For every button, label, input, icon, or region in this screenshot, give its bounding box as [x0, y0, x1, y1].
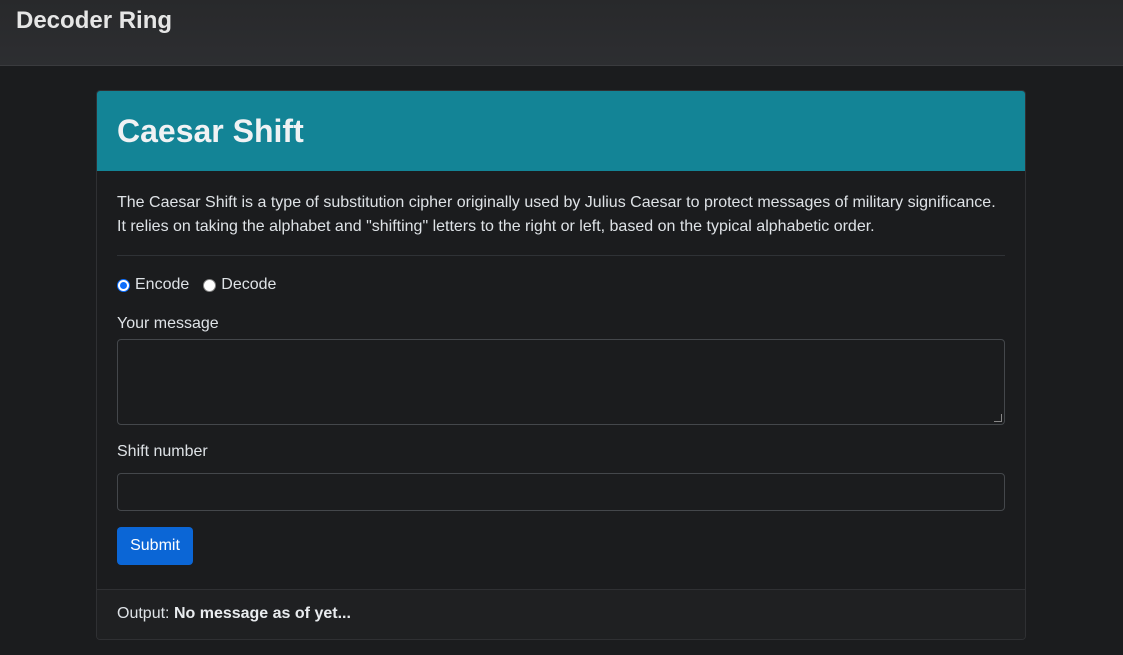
caesar-card: Caesar Shift The Caesar Shift is a type …: [96, 90, 1026, 640]
output-value: No message as of yet...: [173, 605, 351, 622]
output-label: Output:: [117, 605, 170, 622]
card-body: The Caesar Shift is a type of substituti…: [97, 171, 1025, 565]
encode-radio[interactable]: [117, 278, 130, 292]
message-label: Your message: [117, 315, 219, 332]
message-textarea[interactable]: [117, 339, 1005, 425]
shift-input[interactable]: [117, 473, 1005, 511]
output-footer: Output: No message as of yet...: [97, 589, 1025, 639]
decode-option[interactable]: Decode: [203, 276, 276, 294]
brand-title[interactable]: Decoder Ring: [16, 7, 172, 35]
decode-radio[interactable]: [203, 278, 217, 292]
mode-radio-group: Encode Decode: [117, 274, 1005, 296]
card-header: Caesar Shift: [97, 91, 1025, 171]
submit-button[interactable]: Submit: [117, 527, 193, 565]
encode-option[interactable]: Encode: [117, 276, 189, 294]
description: The Caesar Shift is a type of substituti…: [117, 191, 1005, 256]
navbar: Decoder Ring: [0, 0, 1123, 66]
decode-label[interactable]: Decode: [221, 276, 276, 294]
shift-label: Shift number: [117, 443, 208, 460]
resize-handle-icon[interactable]: [994, 414, 1002, 422]
card-title: Caesar Shift: [117, 113, 304, 149]
encode-label[interactable]: Encode: [135, 276, 189, 294]
